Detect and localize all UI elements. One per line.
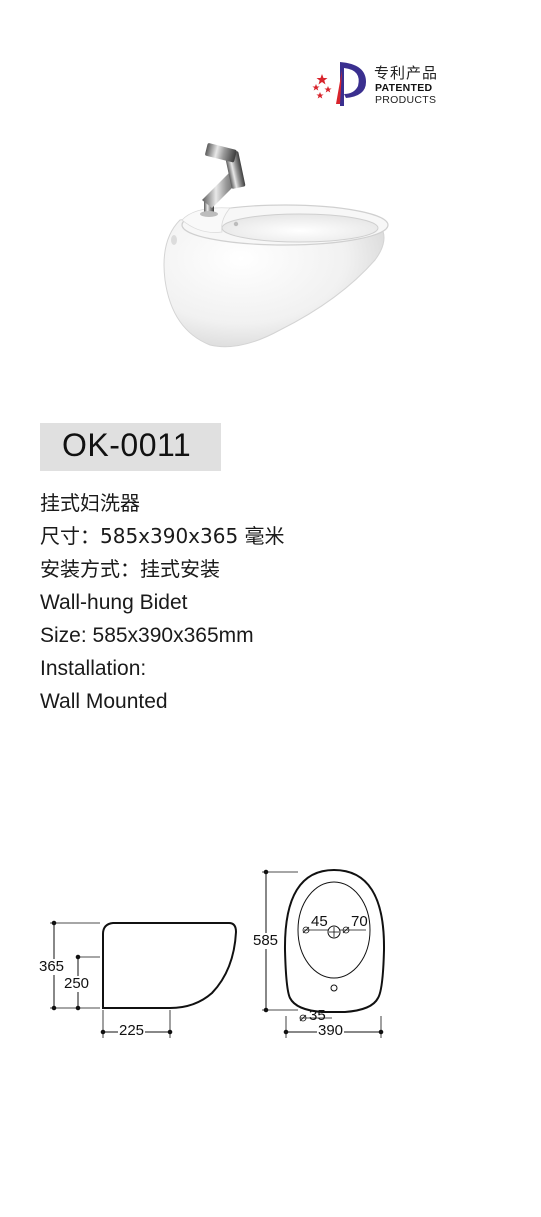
product-image xyxy=(163,143,389,348)
badge-products-text: PRODUCTS xyxy=(375,94,437,106)
spec-install-value-en: Wall Mounted xyxy=(40,690,168,713)
dim-hole-c: 35 xyxy=(309,1007,326,1024)
spec-install-label-en: Installation: xyxy=(40,657,147,680)
spec-name-en: Wall-hung Bidet xyxy=(40,591,188,614)
dim-hole-b: 70 xyxy=(351,913,368,930)
spec-name-cn: 挂式妇洗器 xyxy=(40,491,140,515)
patent-logo-icon xyxy=(312,62,366,106)
spec-list: 挂式妇洗器 尺寸：585x390x365 毫米 安装方式：挂式安装 Wall-h… xyxy=(40,487,285,718)
patented-badge: 专利产品 PATENTED PRODUCTS xyxy=(312,60,452,108)
dim-hole-a: 45 xyxy=(311,913,328,930)
badge-cn-text: 专利产品 xyxy=(374,64,439,82)
drawing-lines xyxy=(50,868,386,1038)
dim-width: 390 xyxy=(317,1022,345,1039)
spec-size-en: Size: 585x390x365mm xyxy=(40,624,254,647)
dim-length: 585 xyxy=(252,932,280,949)
technical-drawings: 365 250 225 585 390 45 70 35 xyxy=(0,850,541,1070)
spec-size-cn: 尺寸：585x390x365 毫米 xyxy=(40,524,285,548)
badge-patented-text: PATENTED xyxy=(375,82,433,94)
dim-height-total: 365 xyxy=(38,958,66,975)
model-label-box: OK-0011 xyxy=(40,423,221,471)
dim-height-lower: 250 xyxy=(63,975,91,992)
spec-install-cn: 安装方式：挂式安装 xyxy=(40,557,220,581)
dim-depth: 225 xyxy=(118,1022,146,1039)
model-number: OK-0011 xyxy=(62,427,192,463)
